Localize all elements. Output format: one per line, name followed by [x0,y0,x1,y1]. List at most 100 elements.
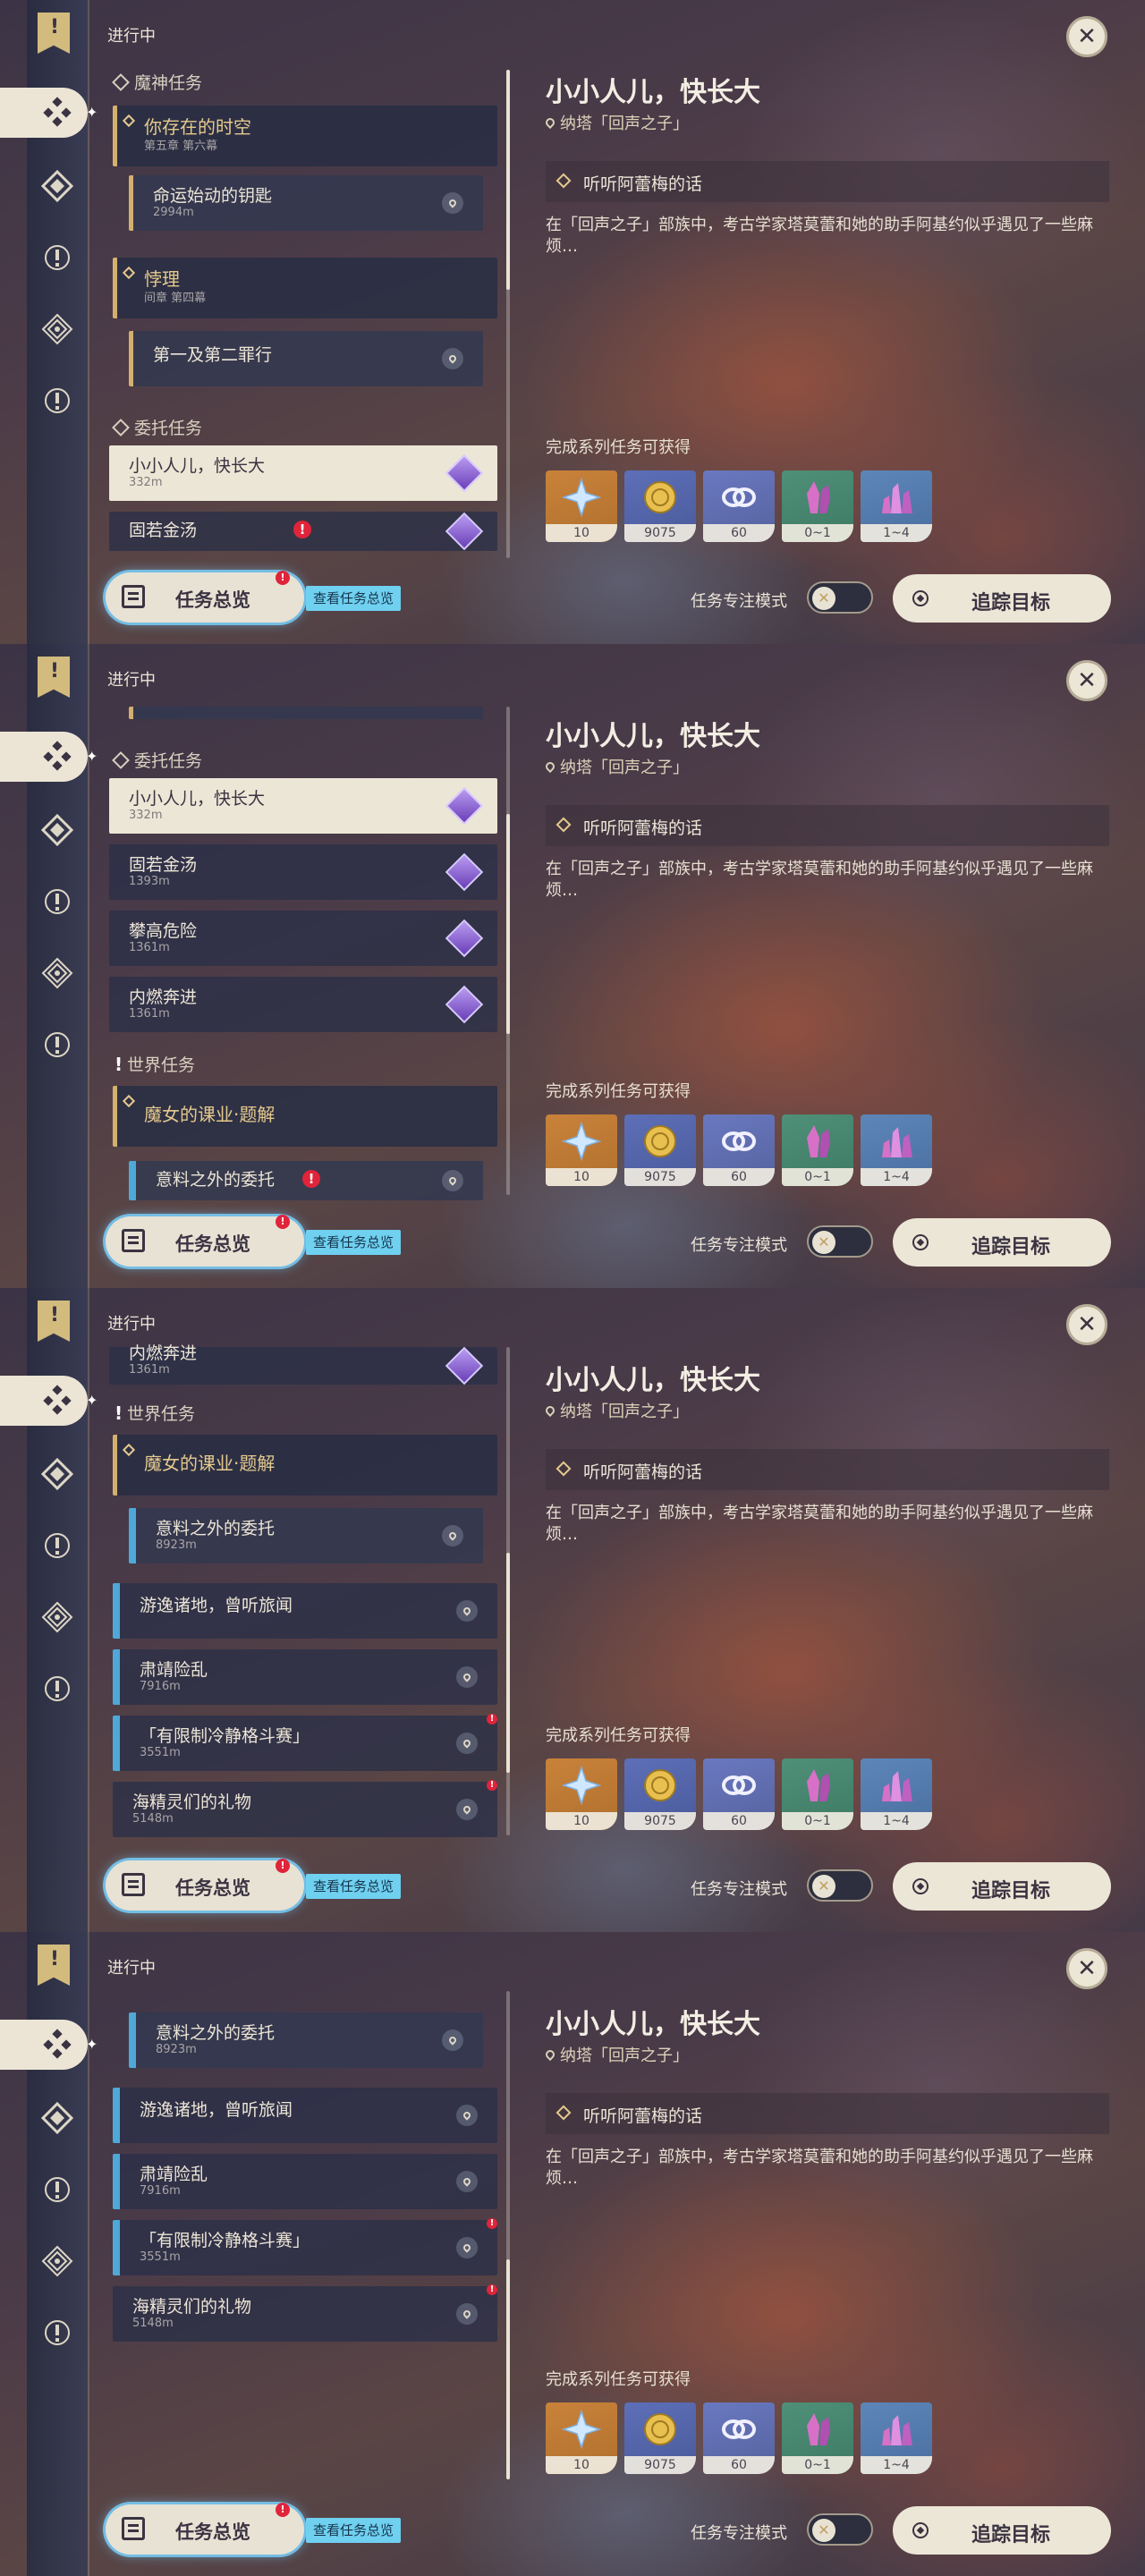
quest-overview-button[interactable]: 任务总览 ! [106,1859,304,1911]
world-quest-group[interactable]: 魔女的课业·题解 [113,1435,497,1496]
reward-crystal-ore[interactable]: 0~1 [782,2402,853,2474]
list-scrollbar[interactable] [506,707,510,1195]
rail-event-icon[interactable] [38,1669,77,1708]
commission-item[interactable]: 小小人儿，快长大 332m [109,778,497,834]
world-quest-group[interactable]: 魔女的课业·题解 [113,1086,497,1147]
view-overview-tag[interactable]: 查看任务总览 [306,1230,402,1255]
focus-mode-toggle[interactable]: ✕ [807,581,873,614]
commission-item[interactable]: 内燃奔进 1361m [109,1343,497,1385]
world-subquest[interactable]: 意料之外的委托! [129,1161,483,1200]
view-overview-tag[interactable]: 查看任务总览 [306,2518,402,2543]
reward-mora[interactable]: 9075 [624,1114,696,1186]
focus-mode-toggle[interactable]: ✕ [807,1225,873,1258]
navigate-pin-icon[interactable] [442,348,463,369]
reward-crystal-ore[interactable]: 0~1 [782,1758,853,1830]
archon-quest-group[interactable]: 你存在的时空 第五章 第六幕 [113,106,497,166]
navigate-pin-icon[interactable] [456,1600,478,1622]
rail-commission-icon[interactable] [38,2241,77,2281]
world-quest-item[interactable]: 游逸诸地，曾听旅闻 [113,2088,497,2143]
reward-companionship[interactable]: 60 [703,1114,775,1186]
rail-event-icon[interactable] [38,1025,77,1064]
close-button[interactable]: ✕ [1066,16,1107,57]
rail-archon-icon[interactable] [0,88,88,138]
world-subquest[interactable]: 意料之外的委托 8923m [129,1508,483,1563]
rail-world-icon[interactable] [38,882,77,921]
archon-subquest[interactable] [129,707,483,719]
navigate-pin-icon[interactable] [456,2171,478,2192]
rail-world-icon[interactable] [38,2170,77,2209]
world-subquest[interactable]: 意料之外的委托 8923m [129,2012,483,2068]
reward-crystal-chunk[interactable]: 1~4 [861,1114,932,1186]
navigate-pin-icon[interactable] [456,2237,478,2258]
reward-mora[interactable]: 9075 [624,2402,696,2474]
quest-overview-button[interactable]: 任务总览 ! [106,571,304,623]
rail-story-icon[interactable] [38,1454,77,1494]
navigate-pin-icon[interactable] [442,2029,463,2051]
focus-mode-toggle[interactable]: ✕ [807,2513,873,2546]
rail-story-icon[interactable] [38,2098,77,2138]
rail-world-icon[interactable] [38,238,77,277]
rail-commission-icon[interactable] [38,309,77,349]
track-target-button[interactable]: 追踪目标 [893,1218,1111,1267]
rail-event-icon[interactable] [38,2313,77,2352]
rail-world-icon[interactable] [38,1526,77,1565]
reward-mora[interactable]: 9075 [624,1758,696,1830]
navigate-pin-icon[interactable] [456,1799,478,1820]
close-button[interactable]: ✕ [1066,1948,1107,1989]
track-target-button[interactable]: 追踪目标 [893,574,1111,623]
reward-crystal-chunk[interactable]: 1~4 [861,2402,932,2474]
reward-adventure-exp[interactable]: 10 [546,2402,617,2474]
list-scrollbar[interactable] [506,70,510,558]
quest-overview-button[interactable]: 任务总览 ! [106,1215,304,1267]
reward-crystal-ore[interactable]: 0~1 [782,470,853,542]
rail-story-icon[interactable] [38,166,77,206]
world-quest-item[interactable]: 肃靖险乱 7916m [113,1649,497,1705]
close-button[interactable]: ✕ [1066,1304,1107,1345]
reward-adventure-exp[interactable]: 10 [546,1114,617,1186]
commission-item[interactable]: 固若金汤 1393m [109,844,497,900]
view-overview-tag[interactable]: 查看任务总览 [306,1874,402,1899]
navigate-pin-icon[interactable] [456,2303,478,2325]
archon-quest-group[interactable]: 悖理 间章 第四幕 [113,258,497,318]
rail-commission-icon[interactable] [38,953,77,993]
commission-item[interactable]: 固若金汤! [109,512,497,551]
list-scrollbar[interactable] [506,1991,510,2479]
rail-event-icon[interactable] [38,381,77,420]
reward-companionship[interactable]: 60 [703,1758,775,1830]
reward-mora[interactable]: 9075 [624,470,696,542]
rail-story-icon[interactable] [38,810,77,850]
world-quest-item[interactable]: 「有限制冷静格斗赛」 3551m! [113,2218,497,2275]
reward-adventure-exp[interactable]: 10 [546,470,617,542]
commission-item[interactable]: 小小人儿，快长大 332m [109,445,497,501]
navigate-pin-icon[interactable] [442,1170,463,1191]
world-quest-item[interactable]: 海精灵们的礼物 5148m! [113,2284,497,2342]
navigate-pin-icon[interactable] [456,1733,478,1754]
navigate-pin-icon[interactable] [456,2105,478,2126]
world-quest-item[interactable]: 肃靖险乱 7916m [113,2154,497,2209]
rail-archon-icon[interactable] [0,2020,88,2070]
reward-crystal-chunk[interactable]: 1~4 [861,1758,932,1830]
close-button[interactable]: ✕ [1066,660,1107,701]
world-quest-item[interactable]: 海精灵们的礼物 5148m! [113,1780,497,1837]
navigate-pin-icon[interactable] [456,1666,478,1688]
navigate-pin-icon[interactable] [442,192,463,214]
reward-crystal-ore[interactable]: 0~1 [782,1114,853,1186]
track-target-button[interactable]: 追踪目标 [893,2506,1111,2555]
archon-subquest[interactable]: 命运始动的钥匙 2994m [129,175,483,231]
commission-item[interactable]: 内燃奔进 1361m [109,977,497,1032]
archon-subquest[interactable]: 第一及第二罪行 [129,331,483,386]
reward-crystal-chunk[interactable]: 1~4 [861,470,932,542]
reward-companionship[interactable]: 60 [703,470,775,542]
focus-mode-toggle[interactable]: ✕ [807,1869,873,1902]
quest-overview-button[interactable]: 任务总览 ! [106,2503,304,2555]
navigate-pin-icon[interactable] [442,1525,463,1546]
view-overview-tag[interactable]: 查看任务总览 [306,586,402,611]
rail-commission-icon[interactable] [38,1597,77,1637]
reward-companionship[interactable]: 60 [703,2402,775,2474]
list-scrollbar[interactable] [506,1347,510,1835]
commission-item[interactable]: 攀高危险 1361m [109,911,497,966]
rail-archon-icon[interactable] [0,732,88,782]
track-target-button[interactable]: 追踪目标 [893,1862,1111,1911]
rail-archon-icon[interactable] [0,1376,88,1426]
world-quest-item[interactable]: 游逸诸地，曾听旅闻 [113,1583,497,1639]
